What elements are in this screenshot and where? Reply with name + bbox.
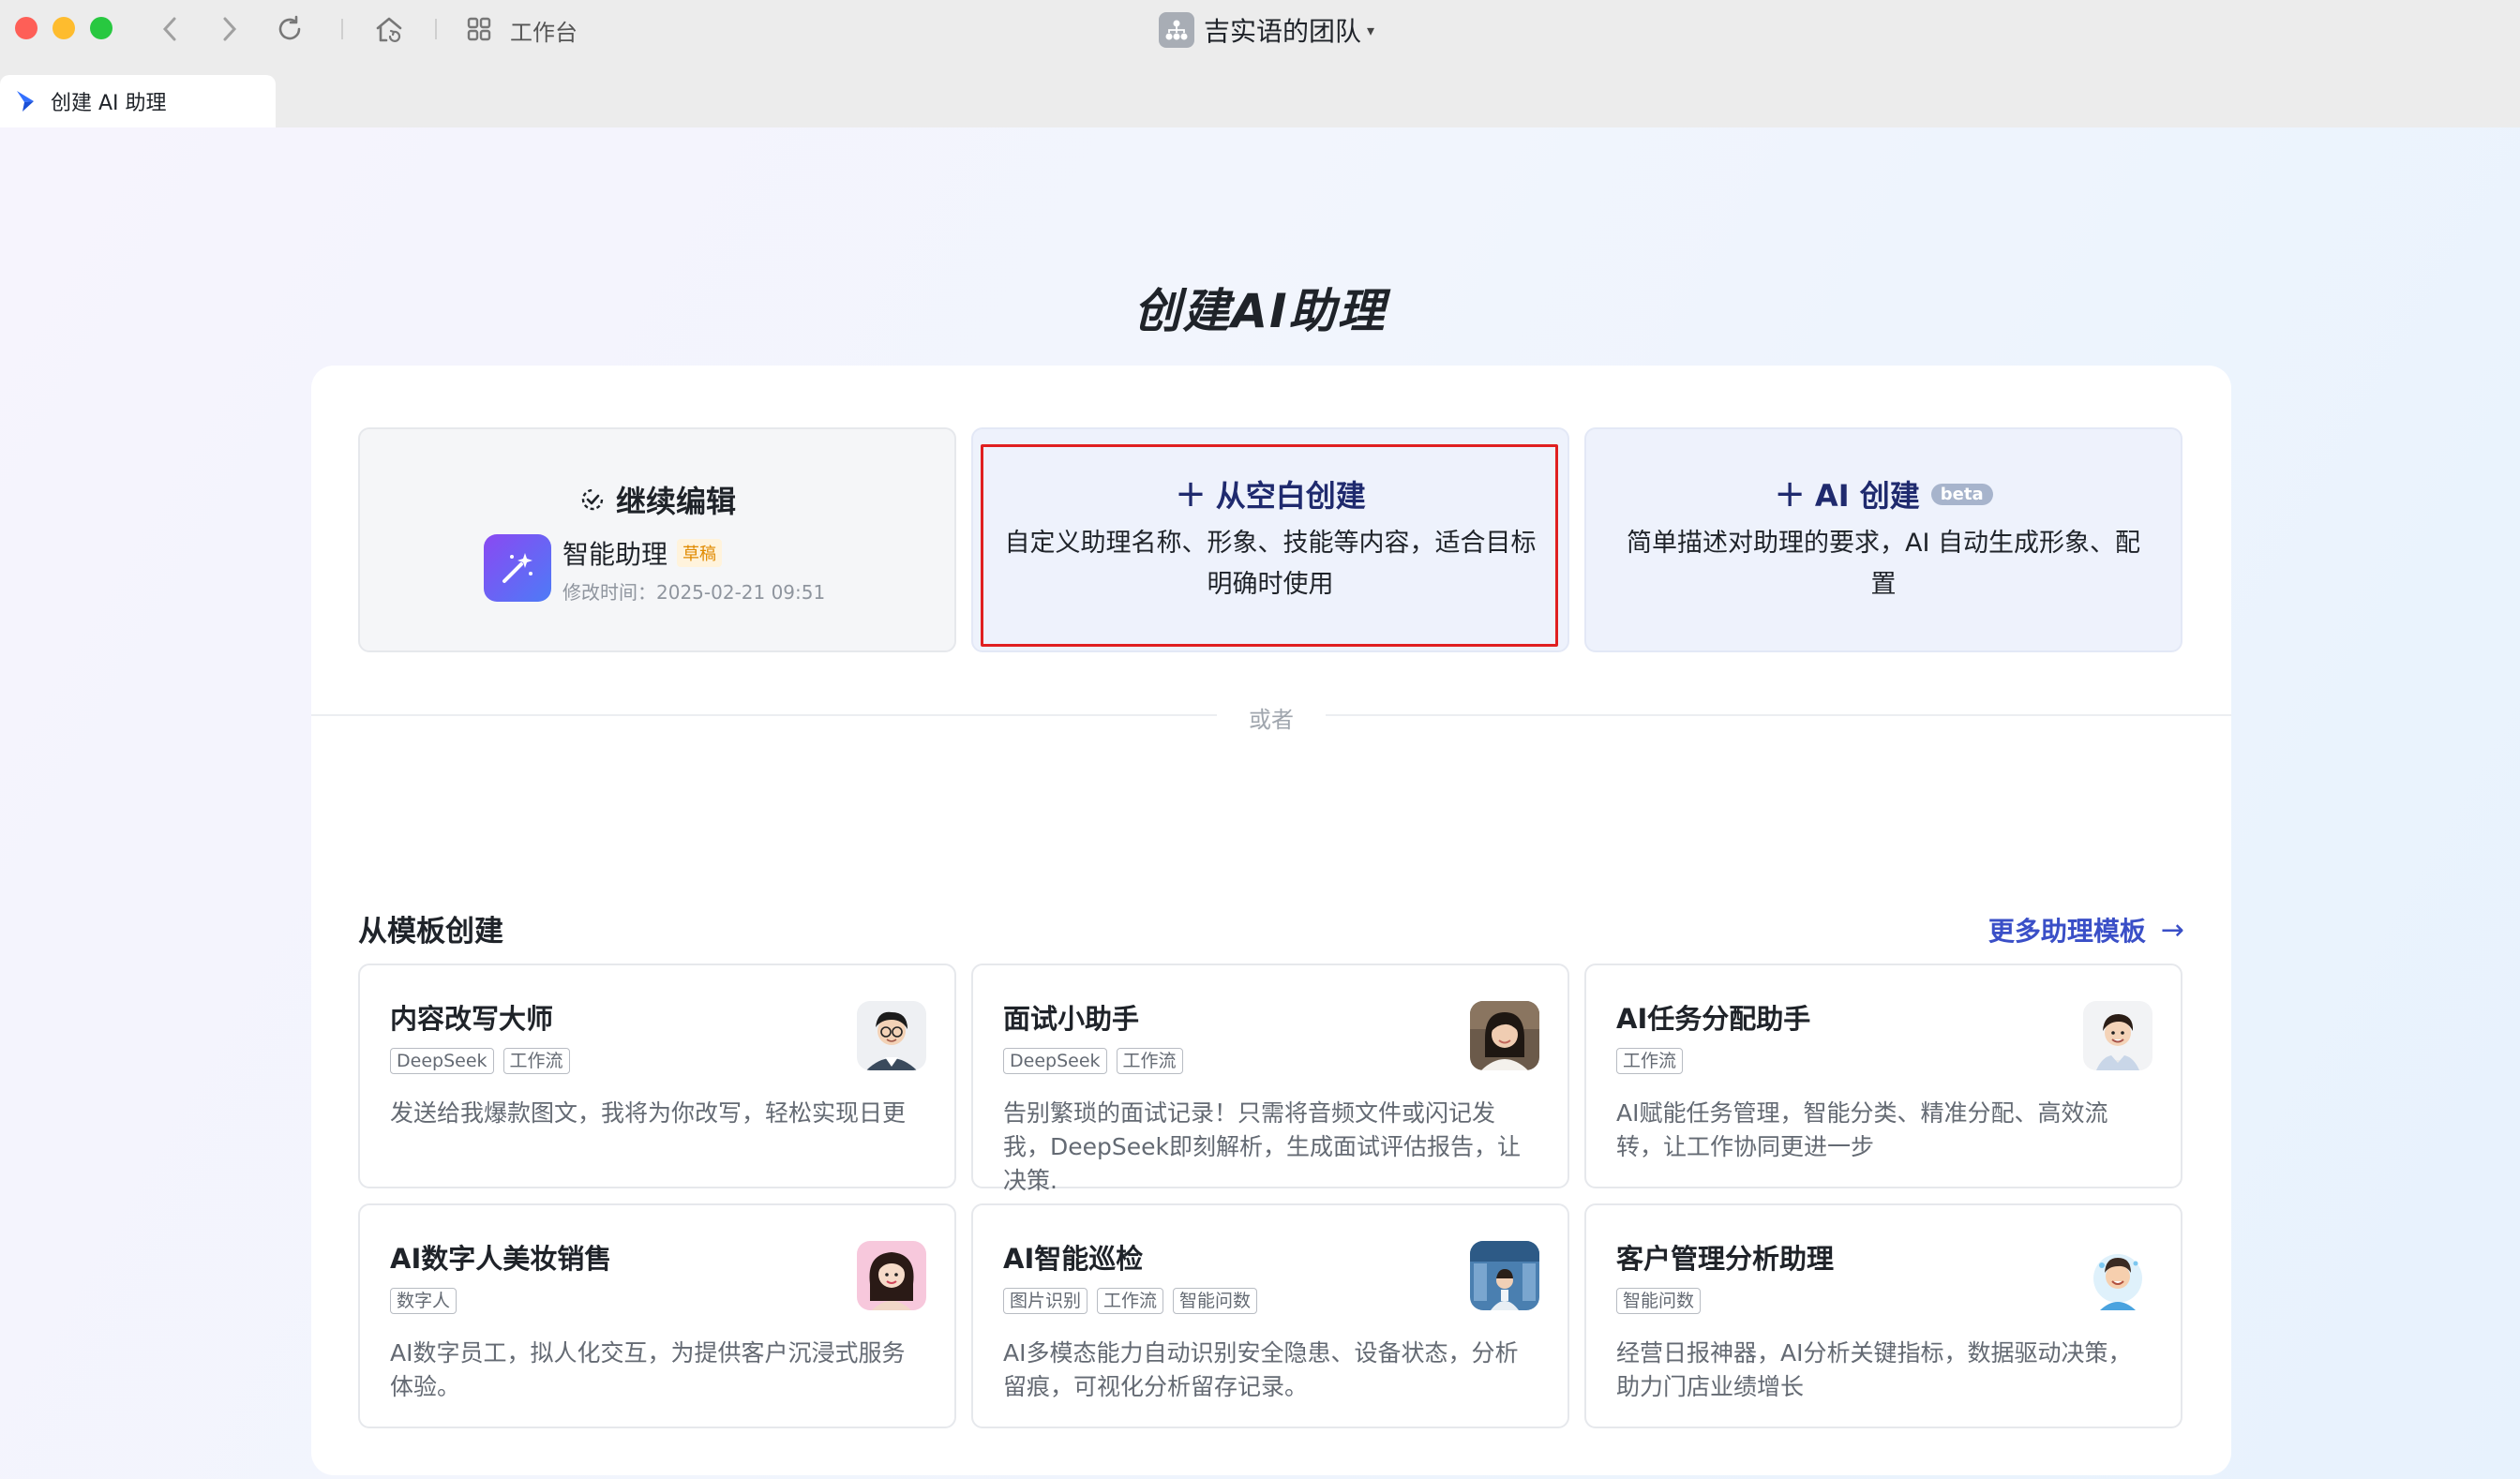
template-tags: 智能问数 xyxy=(1616,1288,1702,1314)
plus-icon: + xyxy=(1774,472,1806,515)
workbench-label[interactable]: 工作台 xyxy=(510,14,578,47)
woman-pink-avatar-icon xyxy=(857,1241,926,1310)
template-description: AI多模态能力自动识别安全隐患、设备状态，分析留痕，可视化分析留存记录。 xyxy=(1003,1339,1519,1400)
template-tag: 工作流 xyxy=(1097,1288,1164,1314)
team-avatar xyxy=(1159,12,1194,48)
template-description: 经营日报神器，AI分析关键指标，数据驱动决策，助力门店业绩增长 xyxy=(1616,1339,2132,1400)
template-tag: 数字人 xyxy=(390,1288,458,1314)
template-name: 内容改写大师 xyxy=(390,1003,554,1035)
woman-photo-avatar-icon xyxy=(1470,1001,1539,1070)
tab-bar: 创建 AI 助理 xyxy=(0,58,2520,127)
templates-section-title: 从模板创建 xyxy=(358,915,503,949)
warehouse-worker-avatar-icon xyxy=(1470,1241,1539,1310)
app-logo-icon xyxy=(17,91,34,112)
blank-create-description: 自定义助理名称、形象、技能等内容，适合目标明确时使用 xyxy=(1004,529,1537,599)
forward-button[interactable] xyxy=(214,13,246,45)
page-title: 创建AI助理 xyxy=(1133,284,1387,338)
home-sync-icon xyxy=(376,17,402,42)
magic-wand-icon xyxy=(502,553,532,583)
ai-create-label: AI 创建 xyxy=(1814,478,1920,514)
template-card-content-rewrite[interactable]: 内容改写大师 DeepSeek 工作流 发送给我爆款图文，我将为你改写，轻松实现… xyxy=(358,964,956,1188)
continue-edit-heading: 继续编辑 xyxy=(360,478,954,521)
more-templates-label: 更多助理模板 xyxy=(1988,916,2146,947)
template-card-smart-inspection[interactable]: AI智能巡检 图片识别 工作流 智能问数 AI多模态能力自动识别安全隐患、设备状… xyxy=(971,1203,1569,1428)
chevron-right-icon xyxy=(223,17,237,41)
toolbar-separator xyxy=(341,19,343,39)
template-tag: 工作流 xyxy=(1616,1048,1684,1074)
template-tags: DeepSeek 工作流 xyxy=(1003,1048,1183,1074)
ai-create-heading: + AI 创建 beta xyxy=(1586,472,2181,515)
template-description: AI赋能任务管理，智能分类、精准分配、高效流转，让工作协同更进一步 xyxy=(1616,1099,2108,1160)
minimize-window-button[interactable] xyxy=(52,17,75,39)
assistant-avatar xyxy=(484,534,551,602)
blank-create-label: 从空白创建 xyxy=(1215,478,1366,514)
draft-assistant-name: 智能助理 草稿 xyxy=(562,534,723,572)
continue-edit-card[interactable]: 继续编辑 智能助理 草稿 修改时间：2025-02-21 09:51 xyxy=(358,427,956,652)
arrow-right-icon: → xyxy=(2160,913,2184,947)
modified-time: 修改时间：2025-02-21 09:51 xyxy=(562,581,826,604)
template-name: AI数字人美妆销售 xyxy=(390,1243,612,1275)
template-name: 面试小助手 xyxy=(1003,1003,1140,1035)
template-card-interview-helper[interactable]: 面试小助手 DeepSeek 工作流 告别繁琐的面试记录！只需将音频文件或闪记发… xyxy=(971,964,1569,1194)
template-tag: 工作流 xyxy=(502,1048,570,1074)
beta-badge: beta xyxy=(1930,483,1993,505)
template-description: 发送给我爆款图文，我将为你改写，轻松实现日更 xyxy=(390,1099,907,1127)
refresh-button[interactable] xyxy=(274,13,306,45)
template-card-digital-beauty-sales[interactable]: AI数字人美妆销售 数字人 AI数字员工，拟人化交互，为提供客户沉浸式服务体验。 xyxy=(358,1203,956,1428)
template-tags: 数字人 xyxy=(390,1288,458,1314)
template-name: AI任务分配助手 xyxy=(1616,1003,1811,1035)
more-templates-link[interactable]: 更多助理模板 → xyxy=(1988,911,2184,949)
template-name: 客户管理分析助理 xyxy=(1616,1243,1835,1275)
refresh-icon xyxy=(278,15,301,40)
or-label: 或者 xyxy=(1249,707,1294,733)
zoom-window-button[interactable] xyxy=(90,17,112,39)
workbench-button[interactable] xyxy=(463,13,495,45)
template-name: AI智能巡检 xyxy=(1003,1243,1144,1275)
template-card-customer-analysis[interactable]: 客户管理分析助理 智能问数 经营日报神器，AI分析关键指标，数据驱动决策，助力门… xyxy=(1584,1203,2182,1428)
close-window-button[interactable] xyxy=(15,17,38,39)
continue-edit-label: 继续编辑 xyxy=(615,484,736,519)
divider xyxy=(1326,714,2231,716)
chevron-left-icon xyxy=(162,17,176,41)
template-tags: 工作流 xyxy=(1616,1048,1684,1074)
template-card-task-assign[interactable]: AI任务分配助手 工作流 AI赋能任务管理，智能分类、精准分配、高效流转，让工作… xyxy=(1584,964,2182,1188)
tab-label: 创建 AI 助理 xyxy=(51,92,167,115)
org-chart-icon xyxy=(1165,20,1188,40)
back-button[interactable] xyxy=(154,13,186,45)
edit-history-icon xyxy=(581,488,604,511)
team-name: 吉实语的团队 xyxy=(1204,16,1362,47)
template-tag: 智能问数 xyxy=(1173,1288,1258,1314)
ai-create-description: 简单描述对助理的要求，AI 自动生成形象、配置 xyxy=(1626,529,2140,599)
blank-create-card[interactable]: + 从空白创建 自定义助理名称、形象、技能等内容，适合目标明确时使用 xyxy=(971,427,1569,652)
tab-create-ai-assistant[interactable]: 创建 AI 助理 xyxy=(0,75,276,127)
assistant-name: 智能助理 xyxy=(562,539,668,570)
person-glasses-avatar-icon xyxy=(857,1001,926,1070)
toolbar-separator xyxy=(435,19,437,39)
home-button[interactable] xyxy=(373,13,405,45)
template-tag: DeepSeek xyxy=(1003,1048,1107,1074)
blank-create-heading: + 从空白创建 xyxy=(973,472,1568,515)
team-switcher[interactable]: 吉实语的团队 ▾ xyxy=(1159,11,1374,49)
template-tags: DeepSeek 工作流 xyxy=(390,1048,570,1074)
young-man-avatar-icon xyxy=(2083,1001,2152,1070)
template-description: 告别繁琐的面试记录！只需将音频文件或闪记发我，DeepSeek即刻解析，生成面试… xyxy=(1003,1099,1521,1194)
template-tags: 图片识别 工作流 智能问数 xyxy=(1003,1288,1258,1314)
template-tag: DeepSeek xyxy=(390,1048,494,1074)
template-description: AI数字员工，拟人化交互，为提供客户沉浸式服务体验。 xyxy=(390,1339,906,1400)
create-panel: 继续编辑 智能助理 草稿 修改时间：2025-02-21 09:51 + 从空白… xyxy=(311,366,2231,1475)
template-tag: 智能问数 xyxy=(1616,1288,1702,1314)
plus-icon: + xyxy=(1175,472,1207,515)
template-tag: 工作流 xyxy=(1116,1048,1183,1074)
grid-icon xyxy=(467,17,491,41)
cartoon-man-avatar-icon xyxy=(2083,1241,2152,1310)
caret-down-icon: ▾ xyxy=(1367,21,1375,39)
draft-badge: 草稿 xyxy=(677,539,723,567)
template-tag: 图片识别 xyxy=(1003,1288,1088,1314)
ai-create-card[interactable]: + AI 创建 beta 简单描述对助理的要求，AI 自动生成形象、配置 xyxy=(1584,427,2182,652)
window-titlebar: 工作台 吉实语的团队 ▾ xyxy=(0,0,2520,58)
main-content: 创建AI助理 继续编辑 智能助理 草稿 修改时间：2025-02-21 09:5… xyxy=(0,127,2520,1479)
